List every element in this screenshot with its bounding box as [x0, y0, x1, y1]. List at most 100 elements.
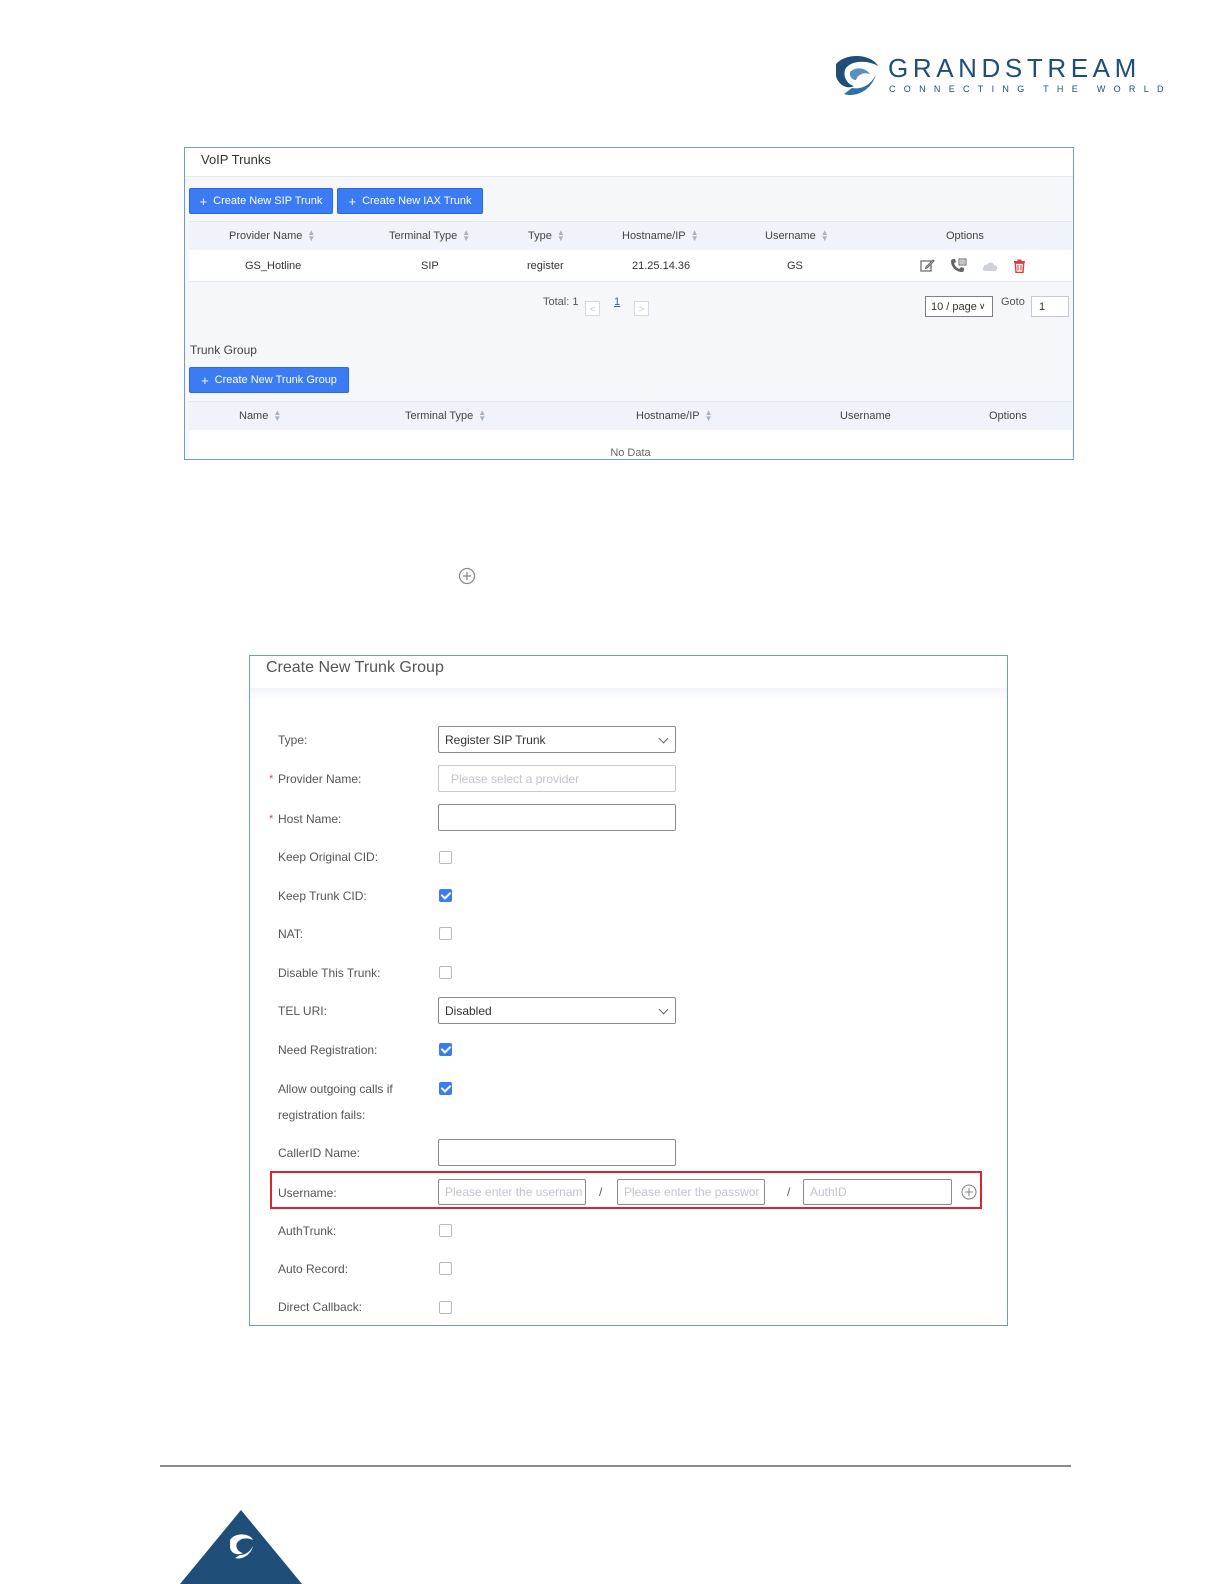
username-label: Username:	[278, 1186, 337, 1200]
voip-trunks-panel: VoIP Trunks + Create New SIP Trunk + Cre…	[184, 147, 1074, 460]
footer-logo-badge	[180, 1510, 302, 1584]
page-size-select[interactable]: 10 / page ∨	[925, 296, 993, 317]
prev-page-button[interactable]: <	[585, 301, 600, 316]
form-title: Create New Trunk Group	[266, 659, 444, 676]
authtrunk-label: AuthTrunk:	[278, 1224, 337, 1238]
no-data-text: No Data	[610, 447, 651, 459]
create-sip-trunk-label: Create New SIP Trunk	[213, 195, 323, 207]
grandstream-logo: GRANDSTREAM CONNECTING THE WORLD	[832, 53, 1164, 100]
col-provider-name[interactable]: Provider Name ▲ ▼	[229, 222, 316, 250]
col-options: Options	[946, 230, 984, 242]
disable-trunk-checkbox[interactable]	[439, 966, 452, 979]
header-shadow	[250, 688, 1007, 700]
create-trunk-group-button[interactable]: + Create New Trunk Group	[189, 367, 349, 393]
plus-icon: +	[348, 193, 357, 209]
sort-icon: ▲ ▼	[704, 408, 713, 423]
next-page-button[interactable]: >	[634, 301, 649, 316]
provider-name-select[interactable]: Please select a provider	[438, 765, 676, 792]
keep-original-cid-label: Keep Original CID:	[278, 850, 379, 864]
slash-separator: /	[599, 1185, 603, 1199]
keep-trunk-cid-checkbox[interactable]	[439, 889, 452, 902]
authtrunk-checkbox[interactable]	[439, 1224, 452, 1237]
need-registration-label: Need Registration:	[278, 1043, 378, 1057]
chevron-down-icon	[658, 733, 669, 744]
need-registration-checkbox[interactable]	[439, 1043, 452, 1056]
sort-icon: ▲ ▼	[690, 228, 699, 243]
callerid-name-label: CallerID Name:	[278, 1146, 361, 1160]
direct-callback-label: Direct Callback:	[278, 1300, 363, 1314]
slash-separator: /	[787, 1185, 791, 1199]
plus-icon: +	[199, 193, 208, 209]
create-iax-trunk-button[interactable]: + Create New IAX Trunk	[337, 188, 483, 214]
allow-outgoing-label-line1: Allow outgoing calls if	[278, 1082, 393, 1096]
auto-record-checkbox[interactable]	[439, 1262, 452, 1275]
row-type: register	[527, 259, 564, 272]
row-provider: GS_Hotline	[245, 259, 302, 272]
trunk-group-title: Trunk Group	[190, 343, 257, 357]
create-trunk-group-panel: Create New Trunk Group Type: Register SI…	[249, 655, 1008, 1326]
goto-input[interactable]: 1	[1031, 296, 1069, 317]
create-sip-trunk-button[interactable]: + Create New SIP Trunk	[189, 188, 333, 214]
direct-callback-checkbox[interactable]	[439, 1301, 452, 1314]
create-iax-trunk-label: Create New IAX Trunk	[362, 195, 472, 207]
keep-trunk-cid-label: Keep Trunk CID:	[278, 889, 367, 903]
trunk-group-table-header: Name ▲ ▼ Terminal Type ▲ ▼ Hostname/IP ▲ ▼ Use…	[189, 401, 1072, 430]
col-options: Options	[989, 410, 1027, 422]
tel-uri-select[interactable]: Disabled	[438, 997, 676, 1024]
sort-icon: ▲ ▼	[307, 228, 316, 243]
row-terminal: SIP	[421, 259, 439, 272]
sort-icon: ▲ ▼	[273, 408, 282, 423]
callerid-name-input[interactable]	[438, 1139, 676, 1166]
sort-icon: ▲ ▼	[820, 228, 829, 243]
cloud-icon[interactable]	[981, 260, 999, 272]
grandstream-swirl-icon	[836, 55, 878, 96]
host-name-input[interactable]	[438, 804, 676, 831]
empty-table-body: No Data	[189, 430, 1072, 459]
trunks-table-header: Provider Name ▲ ▼ Terminal Type ▲ ▼ Type ▲ ▼ H…	[189, 221, 1072, 250]
host-name-label: Host Name:	[278, 812, 342, 826]
plus-icon: +	[201, 372, 209, 388]
col-username[interactable]: Username ▲ ▼	[765, 222, 829, 250]
nat-checkbox[interactable]	[439, 927, 452, 940]
col-terminal-type[interactable]: Terminal Type ▲ ▼	[389, 222, 471, 250]
type-select[interactable]: Register SIP Trunk	[438, 726, 676, 753]
col-terminal-type[interactable]: Terminal Type ▲ ▼	[405, 402, 487, 430]
sort-icon: ▲ ▼	[556, 228, 565, 243]
phone-settings-icon[interactable]	[949, 258, 967, 274]
username-input[interactable]: Please enter the usernam	[438, 1179, 586, 1205]
password-input[interactable]: Please enter the passwor	[617, 1179, 765, 1205]
chevron-left-icon: <	[589, 303, 596, 314]
auto-record-label: Auto Record:	[278, 1262, 349, 1276]
nat-label: NAT:	[278, 927, 304, 941]
create-trunk-group-label: Create New Trunk Group	[214, 374, 337, 386]
total-count: Total: 1	[543, 296, 579, 308]
add-circle-icon[interactable]	[961, 1184, 977, 1200]
chevron-right-icon: >	[638, 303, 645, 314]
add-circle-icon	[458, 567, 476, 585]
voip-trunks-title: VoIP Trunks	[185, 148, 1073, 177]
sort-icon: ▲ ▼	[478, 408, 487, 423]
allow-outgoing-checkbox[interactable]	[439, 1082, 452, 1095]
delete-icon[interactable]	[1013, 259, 1026, 273]
col-hostname[interactable]: Hostname/IP ▲ ▼	[622, 222, 699, 250]
keep-original-cid-checkbox[interactable]	[439, 851, 452, 864]
footer-divider	[160, 1465, 1071, 1467]
brand-tagline: CONNECTING THE WORLD	[889, 84, 1172, 94]
edit-icon[interactable]	[920, 258, 935, 273]
sort-icon: ▲ ▼	[462, 228, 471, 243]
brand-name: GRANDSTREAM	[888, 53, 1141, 83]
allow-outgoing-label-line2: registration fails:	[278, 1108, 366, 1122]
chevron-down-icon: ∨	[978, 301, 986, 311]
required-mark: *	[269, 773, 274, 785]
col-username: Username	[840, 410, 891, 422]
row-host: 21.25.14.36	[632, 259, 691, 272]
col-type[interactable]: Type ▲ ▼	[528, 222, 565, 250]
page-number[interactable]: 1	[614, 296, 620, 308]
goto-label: Goto	[1001, 296, 1025, 308]
table-row: GS_Hotline SIP register 21.25.14.36 GS	[189, 250, 1072, 282]
col-hostname[interactable]: Hostname/IP ▲ ▼	[636, 402, 713, 430]
col-name[interactable]: Name ▲ ▼	[239, 402, 282, 430]
authid-input[interactable]: AuthID	[803, 1179, 952, 1205]
type-label: Type:	[278, 733, 308, 747]
chevron-down-icon	[658, 1004, 669, 1015]
